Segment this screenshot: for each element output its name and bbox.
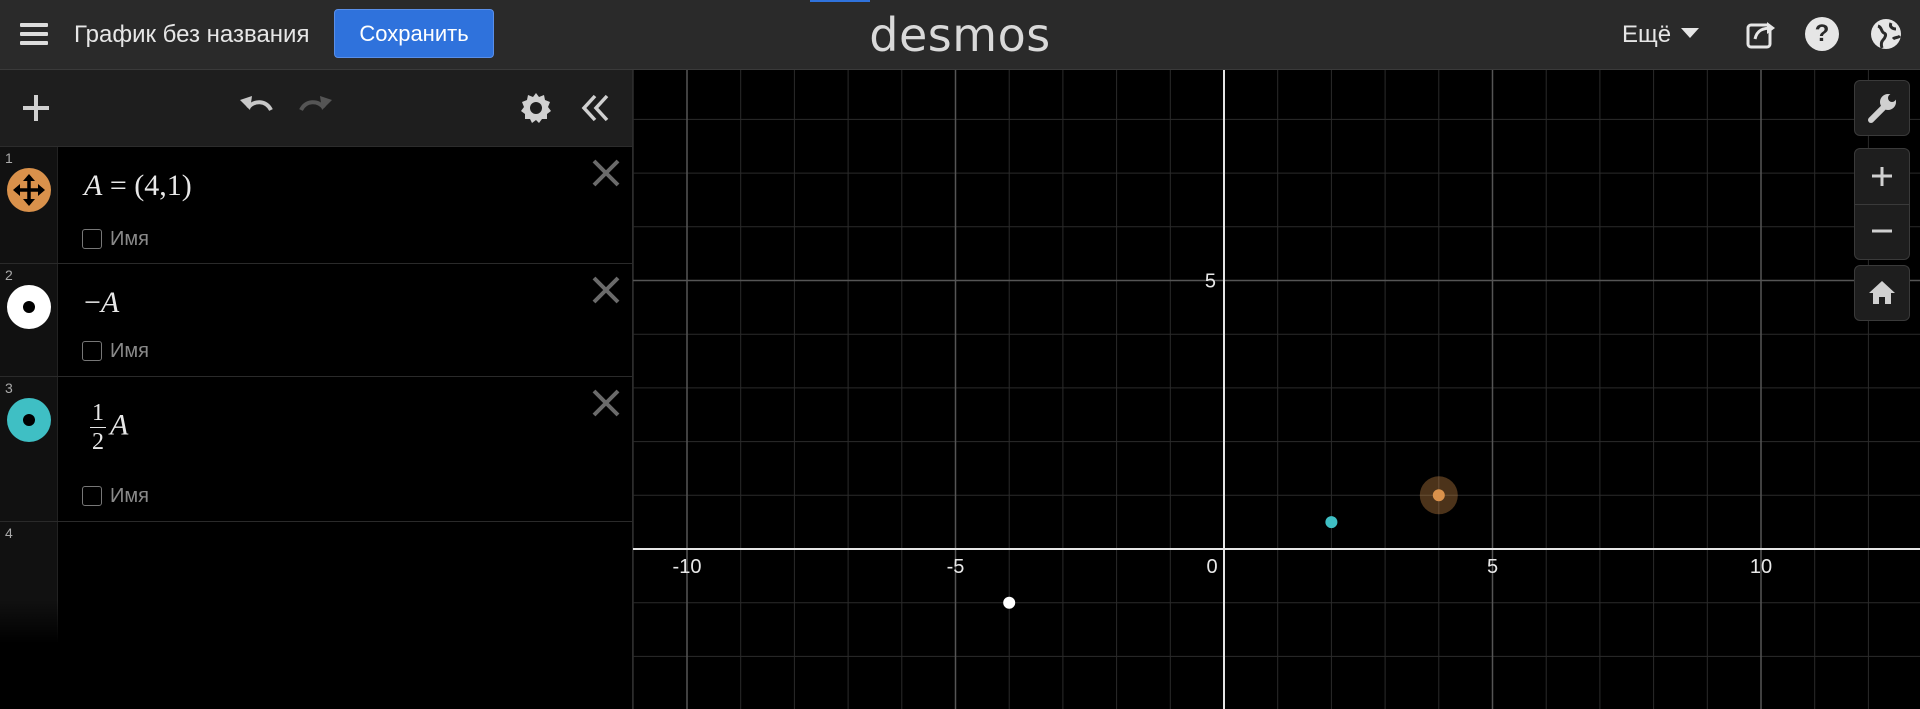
label-option[interactable]: Имя [82, 228, 149, 251]
zoom-in-icon[interactable] [1855, 149, 1909, 205]
expression-panel: 1 A = (4,1) Имя 2 −A Имя 3 1 2 A Имя 4 [0, 70, 633, 709]
graph-settings-wrench-icon[interactable] [1854, 80, 1910, 136]
label-text: Имя [110, 485, 149, 507]
undo-icon[interactable] [238, 92, 274, 127]
point-icon[interactable] [7, 398, 51, 442]
movable-point[interactable] [1432, 489, 1445, 502]
loading-indicator [810, 0, 870, 2]
row-number: 1 [5, 150, 13, 166]
globe-icon[interactable] [1869, 17, 1903, 51]
expression-math[interactable]: A = (4,1) [84, 169, 192, 203]
math-var: A [84, 169, 103, 202]
header-bar: График без названия Сохранить desmos Ещё… [0, 0, 1920, 70]
delete-expression-icon[interactable] [590, 274, 622, 306]
expression-toolbar [0, 70, 632, 147]
fraction: 1 2 [90, 399, 106, 456]
math-eq: = [102, 169, 135, 202]
settings-gear-icon[interactable] [520, 92, 552, 129]
row-number: 4 [5, 525, 13, 541]
more-menu-button[interactable]: Ещё [1622, 21, 1700, 49]
math-point: (4,1) [134, 169, 192, 202]
help-icon[interactable]: ? [1805, 17, 1839, 51]
label-checkbox[interactable] [82, 341, 102, 361]
graph-canvas[interactable]: -10 -5 0 5 10 5 [633, 70, 1920, 709]
math-minus: − [84, 286, 101, 319]
y-tick-label: 5 [1205, 271, 1216, 293]
caret-down-icon [1681, 28, 1700, 38]
expression-row[interactable]: 1 A = (4,1) Имя [0, 147, 632, 264]
label-checkbox[interactable] [82, 486, 102, 506]
fraction-denominator: 2 [92, 429, 104, 455]
expression-gutter: 1 [0, 147, 58, 263]
redo-icon[interactable] [298, 92, 334, 127]
expression-row[interactable]: 3 1 2 A Имя [0, 377, 632, 522]
zoom-controls [1854, 148, 1910, 260]
share-icon[interactable] [1745, 17, 1779, 51]
add-item-icon[interactable] [20, 92, 52, 129]
delete-expression-icon[interactable] [590, 387, 622, 419]
row-number: 2 [5, 267, 13, 283]
x-tick-label: -10 [673, 556, 702, 578]
math-var: A [100, 286, 120, 319]
label-option[interactable]: Имя [82, 485, 149, 508]
x-tick-label: 0 [1206, 556, 1217, 578]
panel-fade [0, 600, 632, 709]
expression-row[interactable]: 2 −A Имя [0, 264, 632, 377]
plotted-point[interactable] [1325, 516, 1338, 529]
expression-math[interactable]: −A [84, 286, 119, 320]
delete-expression-icon[interactable] [590, 157, 622, 189]
fraction-numerator: 1 [90, 400, 106, 428]
label-text: Имя [110, 228, 149, 250]
math-var: A [110, 408, 129, 442]
desmos-logo: desmos [869, 8, 1051, 62]
hamburger-menu-icon[interactable] [18, 18, 50, 50]
expression-gutter: 2 [0, 264, 58, 376]
expression-math[interactable]: 1 2 A [90, 399, 128, 456]
label-text: Имя [110, 340, 149, 362]
x-tick-label: 5 [1487, 556, 1498, 578]
save-button[interactable]: Сохранить [334, 9, 494, 58]
x-tick-label: 10 [1750, 556, 1772, 578]
label-option[interactable]: Имя [82, 340, 149, 363]
plotted-point[interactable] [1003, 596, 1016, 609]
default-viewport-home-icon[interactable] [1854, 265, 1910, 321]
more-label: Ещё [1622, 21, 1672, 48]
label-checkbox[interactable] [82, 229, 102, 249]
graph-paper[interactable]: -10 -5 0 5 10 5 [633, 70, 1920, 709]
graph-title[interactable]: График без названия [74, 21, 309, 49]
expression-gutter: 3 [0, 377, 58, 521]
x-tick-label: -5 [947, 556, 965, 578]
point-icon[interactable] [7, 285, 51, 329]
row-number: 3 [5, 380, 13, 396]
zoom-out-icon[interactable] [1855, 205, 1909, 260]
collapse-panel-icon[interactable] [580, 92, 612, 129]
move-point-icon[interactable] [7, 168, 51, 212]
